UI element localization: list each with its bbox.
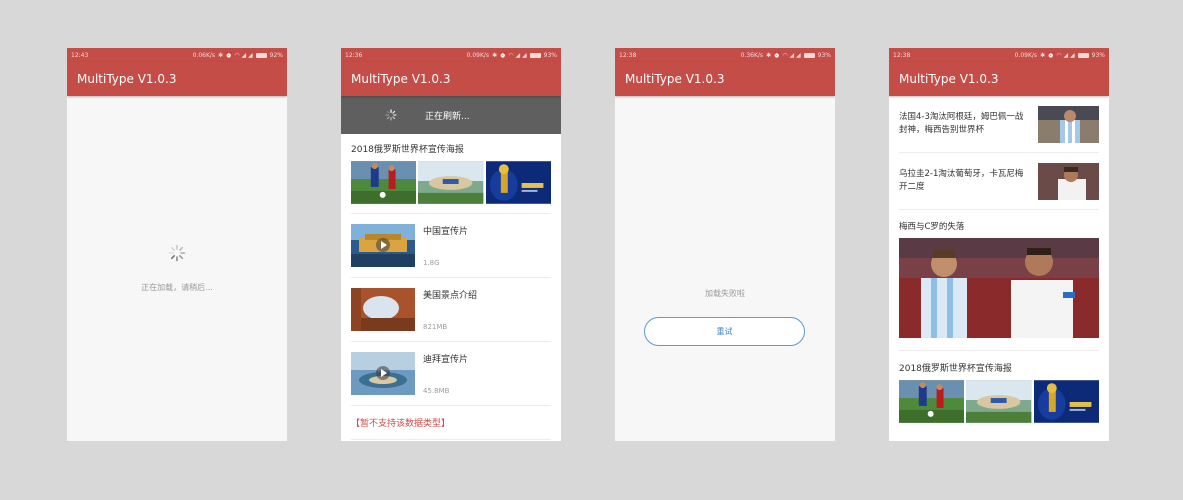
app-title: MultiType V1.0.3 [351,72,451,86]
battery-level: 93% [543,51,557,59]
poster-image-trophy[interactable] [1033,380,1099,423]
error-message: 加载失败啦 [705,289,745,298]
video-thumbnail [351,352,415,395]
app-bar: MultiType V1.0.3 [341,62,561,96]
refresh-header: 正在刷新... [341,96,561,134]
video-thumbnail [351,288,415,331]
news-thumbnail [1038,162,1099,200]
battery-icon [1077,52,1089,58]
status-time: 12:43 [71,51,89,59]
news-thumbnail [1038,105,1099,143]
refresh-content[interactable]: 正在刷新... 2018俄罗斯世界杯宣传海报 中国宣传片 1.8G 美国景点介绍… [341,96,561,441]
status-time: 12:36 [345,51,363,59]
news-content[interactable]: 法国4-3淘汰阿根廷，姆巴佩一战封神，梅西告别世界杯 乌拉圭2-1淘汰葡萄牙，卡… [889,96,1109,441]
loading-content: 正在加载，请稍后... [67,96,287,441]
phone-refresh-screen: 12:36 0.09K/s ✱ ⏰ ◠ ◢ ◢ 93% MultiType V1… [341,48,561,441]
signal-icons: ✱ ⏰ ◠ ◢ ◢ [218,51,253,59]
loading-text: 正在加载，请稍后... [141,283,213,292]
app-title: MultiType V1.0.3 [625,72,725,86]
play-icon[interactable] [376,366,390,380]
poster-image-players[interactable] [899,380,965,423]
video-item[interactable]: 中国宣传片 1.8G [351,214,551,277]
poster-image-stadium[interactable] [966,380,1032,423]
poster-image-stadium[interactable] [418,161,484,204]
status-time: 12:38 [619,51,637,59]
phone-news-screen: 12:38 0.09K/s ✱ ⏰ ◠ ◢ ◢ 93% MultiType V1… [889,48,1109,441]
status-bar: 12:38 0.36K/s ✱ ⏰ ◠ ◢ ◢ 93% [615,48,835,62]
news-title: 法国4-3淘汰阿根廷，姆巴佩一战封神，梅西告别世界杯 [899,112,1024,135]
refresh-text: 正在刷新... [425,111,470,122]
video-title: 中国宣传片 [423,227,469,237]
app-bar: MultiType V1.0.3 [67,62,287,96]
app-bar: MultiType V1.0.3 [889,62,1109,96]
news-big-image [899,238,1099,338]
refresh-spinner-icon [385,109,397,121]
video-item[interactable]: 迪拜宣传片 45.8MB [351,342,551,405]
poster-item-title: 2018俄罗斯世界杯宣传海报 [899,364,1012,374]
network-speed: 0.36K/s [740,51,764,59]
app-title: MultiType V1.0.3 [77,72,177,86]
news-big-title: 梅西与C罗的失落 [899,222,965,232]
app-bar: MultiType V1.0.3 [615,62,835,96]
battery-icon [803,52,815,58]
network-speed: 0.06K/s [192,51,216,59]
status-bar: 12:38 0.09K/s ✱ ⏰ ◠ ◢ ◢ 93% [889,48,1109,62]
loading-spinner-icon [168,244,186,262]
video-size: 821MB [423,323,448,331]
poster-item[interactable]: 2018俄罗斯世界杯宣传海报 [351,134,551,213]
video-size: 45.8MB [423,387,450,395]
content-list: 2018俄罗斯世界杯宣传海报 中国宣传片 1.8G 美国景点介绍 821MB 迪… [341,134,561,440]
poster-image-players[interactable] [351,161,417,204]
news-big-item[interactable]: 梅西与C罗的失落 [889,210,1109,350]
battery-level: 92% [269,51,283,59]
app-title: MultiType V1.0.3 [899,72,999,86]
unsupported-type-item: 【暂不支持该数据类型】 [351,419,451,429]
news-item[interactable]: 乌拉圭2-1淘汰葡萄牙，卡瓦尼梅开二度 [889,153,1109,209]
phone-loading-screen: 12:43 0.06K/s ✱ ⏰ ◠ ◢ ◢ 92% MultiType V1… [67,48,287,441]
poster-item-title: 2018俄罗斯世界杯宣传海报 [351,145,464,155]
news-title: 乌拉圭2-1淘汰葡萄牙，卡瓦尼梅开二度 [899,169,1024,192]
retry-button[interactable]: 重试 [644,317,805,346]
play-icon[interactable] [376,238,390,252]
phone-error-screen: 12:38 0.36K/s ✱ ⏰ ◠ ◢ ◢ 93% MultiType V1… [615,48,835,441]
video-thumbnail [351,224,415,267]
battery-level: 93% [1091,51,1105,59]
video-item[interactable]: 美国景点介绍 821MB [351,278,551,341]
status-time: 12:38 [893,51,911,59]
video-size: 1.8G [423,259,440,267]
poster-item[interactable]: 2018俄罗斯世界杯宣传海报 [889,351,1109,433]
battery-level: 93% [817,51,831,59]
status-bar: 12:43 0.06K/s ✱ ⏰ ◠ ◢ ◢ 92% [67,48,287,62]
error-content: 加载失败啦 重试 [615,96,835,441]
status-bar: 12:36 0.09K/s ✱ ⏰ ◠ ◢ ◢ 93% [341,48,561,62]
poster-image-trophy[interactable] [485,161,551,204]
video-title: 美国景点介绍 [423,291,478,301]
network-speed: 0.09K/s [466,51,490,59]
signal-icons: ✱ ⏰ ◠ ◢ ◢ [1040,51,1075,59]
signal-icons: ✱ ⏰ ◠ ◢ ◢ [492,51,527,59]
video-title: 迪拜宣传片 [423,355,469,365]
network-speed: 0.09K/s [1014,51,1038,59]
battery-icon [255,52,267,58]
battery-icon [529,52,541,58]
signal-icons: ✱ ⏰ ◠ ◢ ◢ [766,51,801,59]
news-item[interactable]: 法国4-3淘汰阿根廷，姆巴佩一战封神，梅西告别世界杯 [889,96,1109,152]
